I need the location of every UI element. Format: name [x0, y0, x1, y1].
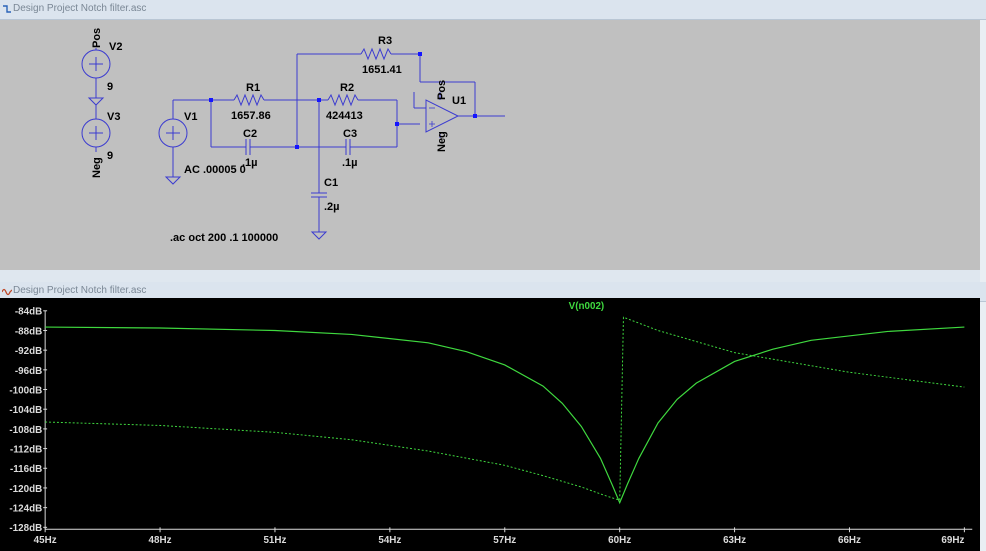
opamp-pin-marks [429, 107, 435, 127]
plot-area[interactable]: V(n002) -84dB -88dB -92dB -96dB -100dB -104dB… [0, 301, 980, 551]
c1-value: .2µ [324, 201, 340, 213]
y-tick-label: -88dB [15, 326, 42, 337]
v2-pos-label: Pos [91, 28, 103, 48]
x-tick-label: 54Hz [378, 535, 401, 546]
plot-traces [45, 316, 965, 505]
x-tick-label: 57Hz [493, 535, 516, 546]
schematic-canvas[interactable]: Pos V2 9 V3 9 Neg V1 AC .00005 0 R1 1657… [0, 20, 980, 270]
r1-name: R1 [246, 82, 260, 94]
x-tick-label: 48Hz [149, 535, 172, 546]
v2-value: 9 [107, 81, 113, 93]
c3-name: C3 [343, 128, 357, 140]
phase-trace [45, 316, 965, 501]
x-tick-label: 63Hz [723, 535, 746, 546]
y-tick-label: -128dB [9, 523, 42, 534]
r2-name: R2 [340, 82, 354, 94]
u1-pos-label: Pos [436, 80, 448, 100]
v1-value: AC .00005 0 [184, 164, 246, 176]
x-tick-label: 51Hz [263, 535, 286, 546]
trace-label-v-n002[interactable]: V(n002) [569, 301, 605, 312]
v3-neg-label: Neg [91, 157, 103, 178]
c1-name: C1 [324, 177, 338, 189]
y-tick-label: -116dB [10, 464, 42, 475]
y-tick-label: -104dB [9, 405, 42, 416]
r2-value: 424413 [326, 110, 363, 122]
v3-value: 9 [107, 150, 113, 162]
x-tick-label: 45Hz [34, 535, 57, 546]
r3-name: R3 [378, 35, 392, 47]
y-tick-label: -92dB [15, 346, 42, 357]
y-tick-label: -100dB [9, 385, 42, 396]
u1-name: U1 [452, 95, 466, 107]
x-tick-labels: 45Hz 48Hz 51Hz 54Hz 57Hz 60Hz 63Hz 66Hz 69Hz [34, 527, 965, 546]
window-title: Design Project Notch filter.asc [13, 3, 147, 14]
c3-value: .1µ [342, 157, 358, 169]
y-tick-label: -124dB [9, 504, 42, 515]
c2-name: C2 [243, 128, 257, 140]
schematic-window-titlebar[interactable]: Design Project Notch filter.asc [0, 0, 986, 20]
y-tick-label: -120dB [9, 484, 42, 495]
pane-separator[interactable] [0, 270, 986, 282]
y-tick-labels: -84dB -88dB -92dB -96dB -100dB -104dB -108dB -1… [9, 307, 48, 534]
magnitude-trace [45, 326, 965, 505]
x-tick-label: 66Hz [838, 535, 861, 546]
y-tick-label: -112dB [10, 445, 42, 456]
r1-value: 1657.86 [231, 110, 271, 122]
y-tick-label: -108dB [9, 425, 42, 436]
v2-name: V2 [109, 41, 122, 53]
waveform-icon [2, 288, 12, 296]
x-tick-label: 60Hz [608, 535, 631, 546]
v1-name: V1 [184, 111, 197, 123]
u1-neg-label: Neg [436, 131, 448, 152]
window-title: Design Project Notch filter.asc [13, 285, 147, 296]
schematic-icon [3, 5, 11, 13]
y-tick-label: -96dB [15, 366, 42, 377]
r3-value: 1651.41 [362, 64, 402, 76]
y-tick-label: -84dB [15, 307, 42, 318]
x-tick-label: 69Hz [941, 535, 964, 546]
c2-value: .1µ [242, 157, 258, 169]
spice-directive[interactable]: .ac oct 200 .1 100000 [170, 232, 278, 244]
v3-name: V3 [107, 111, 120, 123]
